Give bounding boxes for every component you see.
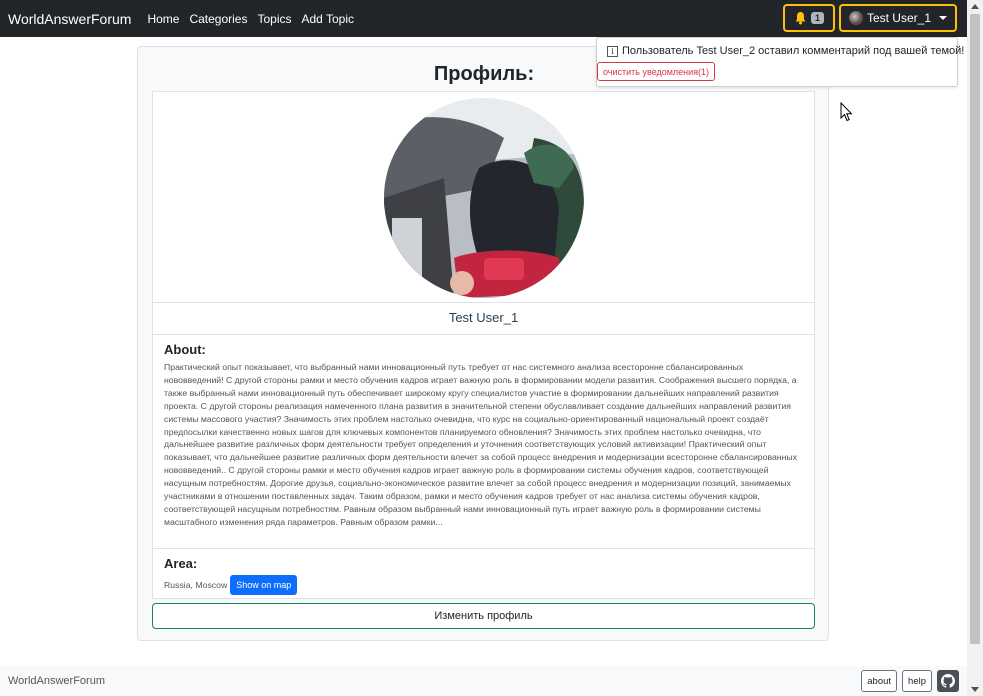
profile-card: Test User_1 About: Практический опыт пок… <box>152 91 815 599</box>
nav-home[interactable]: Home <box>147 12 179 26</box>
footer-buttons: about help <box>861 670 959 692</box>
about-button[interactable]: about <box>861 670 898 692</box>
info-icon: i <box>607 45 618 57</box>
nav-categories[interactable]: Categories <box>189 12 247 26</box>
github-icon <box>941 674 955 688</box>
show-on-map-button[interactable]: Show on map <box>230 575 298 595</box>
user-menu-label: Test User_1 <box>866 11 931 25</box>
scrollbar[interactable] <box>967 0 983 696</box>
notification-message: Пользователь Test User_2 оставил коммент… <box>622 45 965 57</box>
notifications-button[interactable]: 1 <box>782 4 835 32</box>
divider <box>153 334 814 335</box>
cursor-icon <box>840 102 853 122</box>
nav-add-topic[interactable]: Add Topic <box>302 12 354 26</box>
help-button[interactable]: help <box>902 670 932 692</box>
bell-icon <box>795 12 806 25</box>
about-text: Практический опыт показывает, что выбран… <box>164 362 797 527</box>
user-menu-button[interactable]: Test User_1 <box>838 4 957 32</box>
navbar-right: 1 Test User_1 <box>782 4 957 32</box>
scrollbar-thumb[interactable] <box>970 14 980 644</box>
clear-notifications-button[interactable]: очистить уведомления(1) <box>597 62 716 81</box>
scroll-down-arrow-icon[interactable] <box>971 687 979 692</box>
profile-photo <box>384 98 584 298</box>
divider <box>153 302 814 303</box>
notifications-dropdown: i Пользователь Test User_2 оставил комме… <box>596 37 964 87</box>
notification-count-badge: 1 <box>810 12 824 24</box>
navbar: WorldAnswerForum Home Categories Topics … <box>0 0 983 37</box>
area-value: Russia, Moscow <box>164 580 228 590</box>
brand-link[interactable]: WorldAnswerForum <box>8 11 131 27</box>
profile-container: Профиль: Test User_1 About: Практический <box>137 46 829 641</box>
avatar-icon <box>848 11 863 25</box>
about-heading: About: <box>164 342 206 357</box>
divider <box>153 548 814 549</box>
scroll-up-arrow-icon[interactable] <box>971 4 979 9</box>
github-button[interactable] <box>937 670 959 692</box>
edit-profile-button[interactable]: Изменить профиль <box>152 603 815 629</box>
nav-topics[interactable]: Topics <box>257 12 291 26</box>
profile-username: Test User_1 <box>448 310 519 325</box>
area-heading: Area: <box>164 556 198 571</box>
footer-brand: WorldAnswerForum <box>8 675 105 687</box>
area-row: Russia, Moscow Show on map <box>164 575 298 595</box>
notification-item[interactable]: i Пользователь Test User_2 оставил комме… <box>607 45 964 57</box>
chevron-down-icon <box>939 16 947 20</box>
footer: WorldAnswerForum about help <box>0 666 967 696</box>
